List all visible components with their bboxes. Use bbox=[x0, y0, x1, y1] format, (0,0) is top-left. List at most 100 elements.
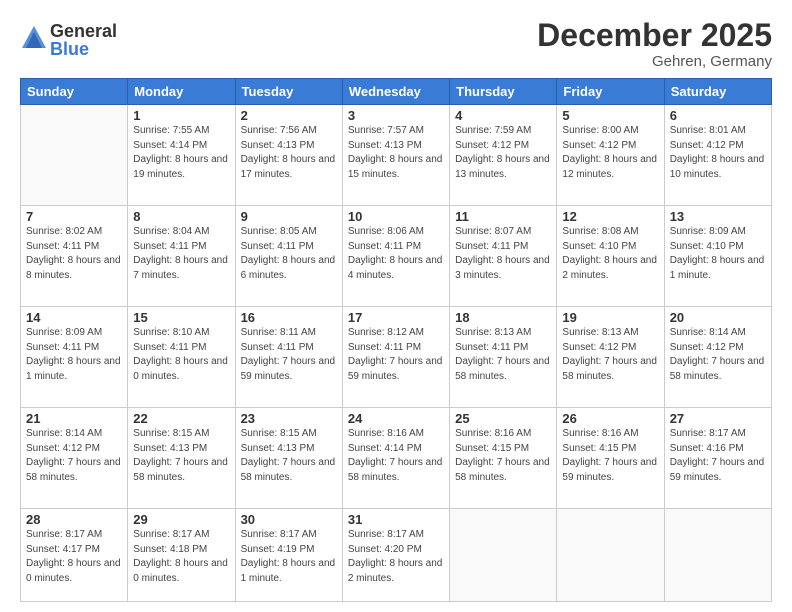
day-detail: Sunrise: 7:55 AMSunset: 4:14 PMDaylight:… bbox=[133, 124, 229, 182]
day-number: 1 bbox=[133, 108, 229, 123]
day-number: 21 bbox=[26, 411, 122, 426]
day-number: 14 bbox=[26, 310, 122, 325]
calendar-cell: 17Sunrise: 8:12 AMSunset: 4:11 PMDayligh… bbox=[342, 307, 449, 408]
day-detail: Sunrise: 8:04 AMSunset: 4:11 PMDaylight:… bbox=[133, 225, 229, 283]
month-title: December 2025 bbox=[537, 18, 772, 53]
calendar-cell bbox=[450, 509, 557, 602]
weekday-header: Friday bbox=[557, 79, 664, 105]
calendar-cell: 18Sunrise: 8:13 AMSunset: 4:11 PMDayligh… bbox=[450, 307, 557, 408]
day-detail: Sunrise: 8:09 AMSunset: 4:10 PMDaylight:… bbox=[670, 225, 766, 283]
day-detail: Sunrise: 8:00 AMSunset: 4:12 PMDaylight:… bbox=[562, 124, 658, 182]
day-detail: Sunrise: 8:16 AMSunset: 4:14 PMDaylight:… bbox=[348, 427, 444, 485]
day-number: 29 bbox=[133, 512, 229, 527]
day-detail: Sunrise: 8:17 AMSunset: 4:20 PMDaylight:… bbox=[348, 528, 444, 586]
day-detail: Sunrise: 8:12 AMSunset: 4:11 PMDaylight:… bbox=[348, 326, 444, 384]
calendar-cell bbox=[664, 509, 771, 602]
day-number: 4 bbox=[455, 108, 551, 123]
calendar-cell: 22Sunrise: 8:15 AMSunset: 4:13 PMDayligh… bbox=[128, 408, 235, 509]
calendar-cell: 8Sunrise: 8:04 AMSunset: 4:11 PMDaylight… bbox=[128, 206, 235, 307]
day-number: 16 bbox=[241, 310, 337, 325]
calendar-cell: 12Sunrise: 8:08 AMSunset: 4:10 PMDayligh… bbox=[557, 206, 664, 307]
calendar-cell: 7Sunrise: 8:02 AMSunset: 4:11 PMDaylight… bbox=[21, 206, 128, 307]
day-number: 6 bbox=[670, 108, 766, 123]
calendar-cell bbox=[557, 509, 664, 602]
day-number: 12 bbox=[562, 209, 658, 224]
calendar-cell: 23Sunrise: 8:15 AMSunset: 4:13 PMDayligh… bbox=[235, 408, 342, 509]
weekday-header: Saturday bbox=[664, 79, 771, 105]
day-number: 19 bbox=[562, 310, 658, 325]
calendar-cell: 2Sunrise: 7:56 AMSunset: 4:13 PMDaylight… bbox=[235, 105, 342, 206]
day-number: 26 bbox=[562, 411, 658, 426]
day-number: 3 bbox=[348, 108, 444, 123]
calendar-cell: 20Sunrise: 8:14 AMSunset: 4:12 PMDayligh… bbox=[664, 307, 771, 408]
day-number: 10 bbox=[348, 209, 444, 224]
calendar-cell: 27Sunrise: 8:17 AMSunset: 4:16 PMDayligh… bbox=[664, 408, 771, 509]
weekday-header: Wednesday bbox=[342, 79, 449, 105]
day-detail: Sunrise: 7:57 AMSunset: 4:13 PMDaylight:… bbox=[348, 124, 444, 182]
day-number: 2 bbox=[241, 108, 337, 123]
day-detail: Sunrise: 8:17 AMSunset: 4:18 PMDaylight:… bbox=[133, 528, 229, 586]
header: General Blue December 2025 Gehren, Germa… bbox=[20, 18, 772, 70]
calendar-cell: 13Sunrise: 8:09 AMSunset: 4:10 PMDayligh… bbox=[664, 206, 771, 307]
day-number: 31 bbox=[348, 512, 444, 527]
day-number: 11 bbox=[455, 209, 551, 224]
calendar-cell bbox=[21, 105, 128, 206]
weekday-header: Monday bbox=[128, 79, 235, 105]
day-number: 22 bbox=[133, 411, 229, 426]
day-number: 23 bbox=[241, 411, 337, 426]
day-detail: Sunrise: 7:59 AMSunset: 4:12 PMDaylight:… bbox=[455, 124, 551, 182]
logo: General Blue bbox=[20, 22, 117, 58]
calendar-week-row: 7Sunrise: 8:02 AMSunset: 4:11 PMDaylight… bbox=[21, 206, 772, 307]
calendar-week-row: 28Sunrise: 8:17 AMSunset: 4:17 PMDayligh… bbox=[21, 509, 772, 602]
location: Gehren, Germany bbox=[537, 53, 772, 70]
day-detail: Sunrise: 8:15 AMSunset: 4:13 PMDaylight:… bbox=[133, 427, 229, 485]
calendar-cell: 26Sunrise: 8:16 AMSunset: 4:15 PMDayligh… bbox=[557, 408, 664, 509]
calendar-week-row: 21Sunrise: 8:14 AMSunset: 4:12 PMDayligh… bbox=[21, 408, 772, 509]
calendar-cell: 21Sunrise: 8:14 AMSunset: 4:12 PMDayligh… bbox=[21, 408, 128, 509]
calendar-cell: 16Sunrise: 8:11 AMSunset: 4:11 PMDayligh… bbox=[235, 307, 342, 408]
day-detail: Sunrise: 8:06 AMSunset: 4:11 PMDaylight:… bbox=[348, 225, 444, 283]
day-number: 24 bbox=[348, 411, 444, 426]
weekday-header: Thursday bbox=[450, 79, 557, 105]
day-detail: Sunrise: 8:14 AMSunset: 4:12 PMDaylight:… bbox=[26, 427, 122, 485]
day-detail: Sunrise: 8:14 AMSunset: 4:12 PMDaylight:… bbox=[670, 326, 766, 384]
page: General Blue December 2025 Gehren, Germa… bbox=[0, 0, 792, 612]
day-number: 8 bbox=[133, 209, 229, 224]
day-detail: Sunrise: 8:08 AMSunset: 4:10 PMDaylight:… bbox=[562, 225, 658, 283]
calendar-cell: 25Sunrise: 8:16 AMSunset: 4:15 PMDayligh… bbox=[450, 408, 557, 509]
day-detail: Sunrise: 8:13 AMSunset: 4:11 PMDaylight:… bbox=[455, 326, 551, 384]
calendar-cell: 14Sunrise: 8:09 AMSunset: 4:11 PMDayligh… bbox=[21, 307, 128, 408]
day-detail: Sunrise: 8:05 AMSunset: 4:11 PMDaylight:… bbox=[241, 225, 337, 283]
weekday-header-row: SundayMondayTuesdayWednesdayThursdayFrid… bbox=[21, 79, 772, 105]
logo-icon bbox=[20, 24, 48, 52]
day-detail: Sunrise: 8:17 AMSunset: 4:16 PMDaylight:… bbox=[670, 427, 766, 485]
calendar-cell: 9Sunrise: 8:05 AMSunset: 4:11 PMDaylight… bbox=[235, 206, 342, 307]
calendar-cell: 31Sunrise: 8:17 AMSunset: 4:20 PMDayligh… bbox=[342, 509, 449, 602]
day-number: 13 bbox=[670, 209, 766, 224]
day-number: 18 bbox=[455, 310, 551, 325]
day-detail: Sunrise: 8:17 AMSunset: 4:17 PMDaylight:… bbox=[26, 528, 122, 586]
day-number: 17 bbox=[348, 310, 444, 325]
day-detail: Sunrise: 8:15 AMSunset: 4:13 PMDaylight:… bbox=[241, 427, 337, 485]
day-number: 9 bbox=[241, 209, 337, 224]
day-number: 5 bbox=[562, 108, 658, 123]
day-detail: Sunrise: 8:01 AMSunset: 4:12 PMDaylight:… bbox=[670, 124, 766, 182]
day-detail: Sunrise: 8:10 AMSunset: 4:11 PMDaylight:… bbox=[133, 326, 229, 384]
day-detail: Sunrise: 8:02 AMSunset: 4:11 PMDaylight:… bbox=[26, 225, 122, 283]
logo-general: General bbox=[50, 22, 117, 40]
calendar-cell: 1Sunrise: 7:55 AMSunset: 4:14 PMDaylight… bbox=[128, 105, 235, 206]
day-detail: Sunrise: 7:56 AMSunset: 4:13 PMDaylight:… bbox=[241, 124, 337, 182]
day-detail: Sunrise: 8:16 AMSunset: 4:15 PMDaylight:… bbox=[455, 427, 551, 485]
day-number: 7 bbox=[26, 209, 122, 224]
calendar-cell: 3Sunrise: 7:57 AMSunset: 4:13 PMDaylight… bbox=[342, 105, 449, 206]
logo-text: General Blue bbox=[50, 22, 117, 58]
logo-blue: Blue bbox=[50, 40, 117, 58]
day-number: 28 bbox=[26, 512, 122, 527]
calendar-cell: 29Sunrise: 8:17 AMSunset: 4:18 PMDayligh… bbox=[128, 509, 235, 602]
day-detail: Sunrise: 8:17 AMSunset: 4:19 PMDaylight:… bbox=[241, 528, 337, 586]
calendar-cell: 19Sunrise: 8:13 AMSunset: 4:12 PMDayligh… bbox=[557, 307, 664, 408]
calendar-cell: 15Sunrise: 8:10 AMSunset: 4:11 PMDayligh… bbox=[128, 307, 235, 408]
day-detail: Sunrise: 8:11 AMSunset: 4:11 PMDaylight:… bbox=[241, 326, 337, 384]
calendar-cell: 4Sunrise: 7:59 AMSunset: 4:12 PMDaylight… bbox=[450, 105, 557, 206]
calendar-cell: 24Sunrise: 8:16 AMSunset: 4:14 PMDayligh… bbox=[342, 408, 449, 509]
